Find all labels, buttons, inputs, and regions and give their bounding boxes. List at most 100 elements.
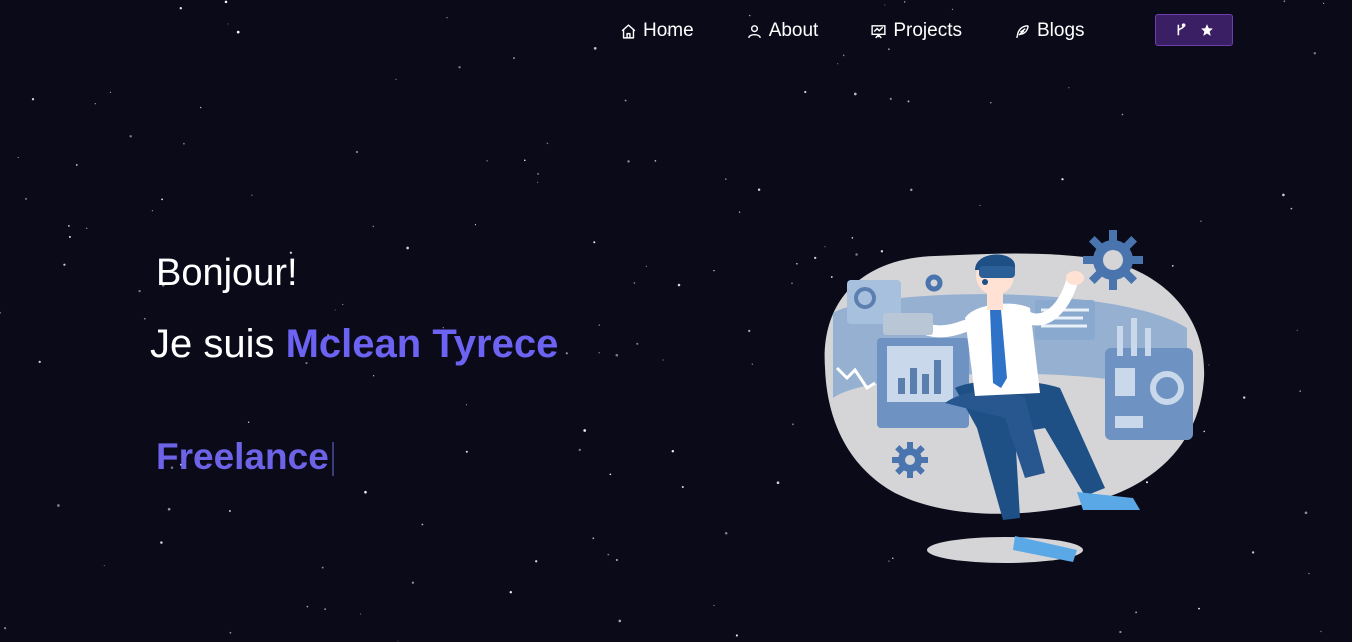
star-dot <box>1304 511 1308 515</box>
star-dot <box>607 553 610 556</box>
nav-home-label: Home <box>643 20 694 41</box>
star-dot <box>17 156 19 159</box>
star-dot <box>421 523 424 526</box>
star-dot <box>1299 390 1301 392</box>
star-dot <box>513 57 515 60</box>
star-dot <box>654 160 657 162</box>
star-icon <box>1201 24 1213 36</box>
star-dot <box>236 30 240 34</box>
nav-projects[interactable]: Projects <box>870 20 962 42</box>
star-dot <box>662 359 664 361</box>
star-dot <box>537 172 540 175</box>
feather-icon <box>1016 24 1029 38</box>
star-dot <box>1135 611 1137 614</box>
star-dot <box>94 103 96 105</box>
star-dot <box>609 473 612 476</box>
star-dot <box>1290 207 1293 210</box>
star-dot <box>251 194 253 196</box>
star-dot <box>360 613 362 615</box>
star-dot <box>509 591 512 594</box>
nav-about-label: About <box>768 20 819 41</box>
star-dot <box>138 289 141 293</box>
star-dot <box>324 608 326 610</box>
nav-home[interactable]: Home <box>620 20 694 42</box>
star-dot <box>355 150 359 154</box>
star-dot <box>738 211 741 213</box>
star-dot <box>224 0 228 4</box>
star-dot <box>167 507 171 511</box>
star-dot <box>853 92 857 96</box>
hero-intro-prefix: Je suis <box>150 322 286 366</box>
star-dot <box>372 225 375 228</box>
star-dot <box>624 99 627 102</box>
star-dot <box>129 135 132 138</box>
hero-greeting: Bonjour! <box>156 252 298 294</box>
star-dot <box>910 188 913 192</box>
star-dot <box>321 566 324 569</box>
git-fork-icon <box>1177 23 1186 36</box>
star-dot <box>633 282 636 284</box>
star-dot <box>1313 52 1317 55</box>
star-dot <box>342 303 344 305</box>
star-dot <box>524 159 526 162</box>
nav-projects-label: Projects <box>893 20 962 41</box>
star-dot <box>1242 396 1246 399</box>
star-dot <box>1200 220 1202 222</box>
star-dot <box>24 197 28 200</box>
nav-blogs[interactable]: Blogs <box>1014 20 1085 42</box>
hero-name: Mclean Tyrece <box>285 322 559 366</box>
star-dot <box>179 7 182 10</box>
star-dot <box>1068 87 1070 89</box>
star-dot <box>907 100 910 103</box>
user-icon <box>747 24 761 38</box>
star-dot <box>57 504 60 507</box>
star-dot <box>592 537 595 540</box>
github-repo-button[interactable] <box>1155 14 1233 46</box>
star-dot <box>247 421 250 423</box>
star-dot <box>4 627 7 630</box>
star-dot <box>38 360 41 364</box>
star-dot <box>397 640 399 642</box>
star-dot <box>160 541 163 544</box>
star-dot <box>227 23 229 25</box>
star-dot <box>228 509 231 513</box>
star-dot <box>161 198 163 201</box>
star-dot <box>627 160 630 163</box>
nav-blogs-label: Blogs <box>1036 20 1085 41</box>
star-dot <box>1283 0 1286 2</box>
star-dot <box>103 565 105 567</box>
star-dot <box>791 282 793 284</box>
star-dot <box>842 54 845 57</box>
hero-illustration <box>824 230 1205 563</box>
star-dot <box>199 106 202 109</box>
star-dot <box>546 142 549 145</box>
star-dot <box>1251 551 1255 554</box>
star-dot <box>68 235 71 238</box>
star-dot <box>1320 630 1322 633</box>
presentation-icon <box>871 24 886 38</box>
star-dot <box>713 269 715 272</box>
star-dot <box>474 224 477 226</box>
star-dot <box>1121 113 1124 116</box>
star-dot <box>735 634 738 637</box>
star-dot <box>486 160 488 162</box>
star-dot <box>636 342 639 345</box>
star-dot <box>757 188 761 191</box>
star-dot <box>63 263 66 266</box>
star-dot <box>951 8 954 11</box>
star-dot <box>578 448 581 452</box>
star-dot <box>671 449 675 453</box>
star-dot <box>334 309 336 311</box>
nav-about[interactable]: About <box>746 20 819 42</box>
star-dot <box>677 283 681 287</box>
top-navigation: Home About Projects Blogs <box>620 14 1137 48</box>
star-dot <box>1308 572 1310 575</box>
star-dot <box>615 353 619 357</box>
star-dot <box>143 317 146 320</box>
star-dot <box>593 47 597 50</box>
star-dot <box>884 4 886 6</box>
star-dot <box>565 352 568 355</box>
star-dot <box>31 98 35 101</box>
star-dot <box>75 163 78 166</box>
typing-cursor <box>331 442 334 477</box>
